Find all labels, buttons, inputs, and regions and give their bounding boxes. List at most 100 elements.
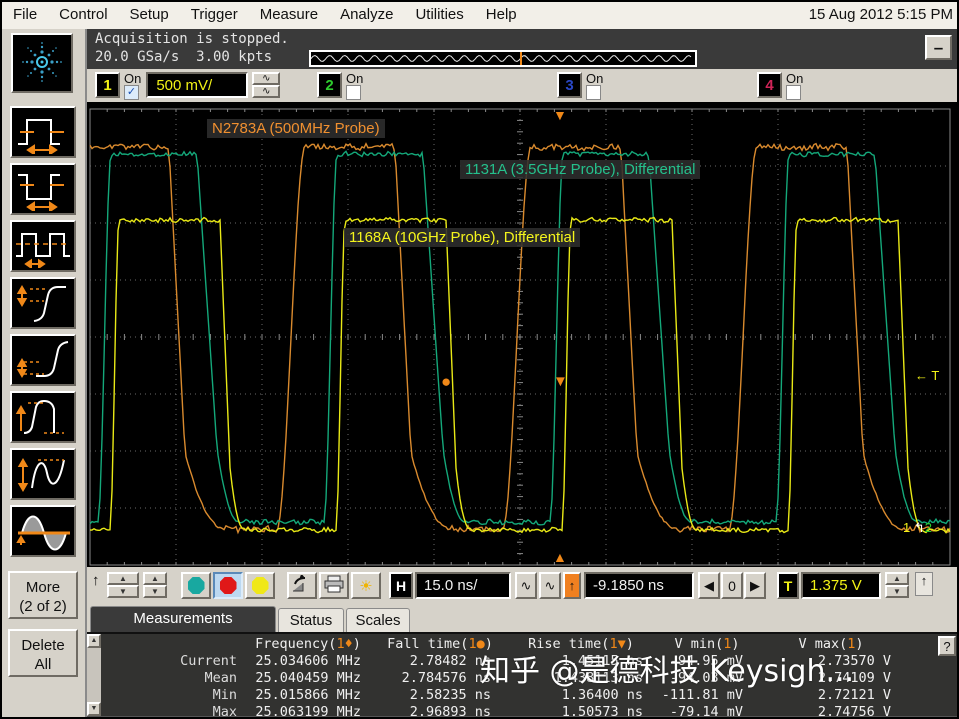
position-left-button[interactable]: ◀ — [698, 572, 720, 599]
spin2-down-button[interactable]: ▼ — [143, 585, 167, 598]
measure-amplitude-button[interactable] — [10, 448, 76, 500]
rise-time-marker[interactable]: ▼ — [553, 375, 568, 389]
minimize-button[interactable]: – — [925, 35, 952, 60]
trigger-level-spinner: ▲ ▼ — [885, 572, 909, 599]
column-header-frequency: Frequency(1♦) — [241, 636, 375, 652]
main-area: Acquisition is stopped. 20.0 GSa/s 3.00 … — [87, 29, 959, 719]
brightness-button[interactable]: ☀ — [351, 572, 381, 599]
delete-all-label: Delete — [16, 636, 70, 655]
status-band: Acquisition is stopped. 20.0 GSa/s 3.00 … — [87, 29, 959, 69]
channel-2-on-checkbox[interactable] — [346, 85, 361, 100]
zoom-in-time-button[interactable]: ∿ — [539, 572, 561, 599]
trigger-time-top[interactable]: ▼ — [553, 108, 567, 122]
trigger-level-marker[interactable]: ← T — [915, 368, 939, 383]
channel-4-on-checkbox[interactable] — [786, 85, 801, 100]
channel-1-on-checkbox[interactable]: ✓ — [124, 85, 139, 100]
trace-label: 1131A (3.5GHz Probe), Differential — [460, 160, 700, 179]
timebase-display: 15.0 ns/ — [415, 572, 511, 599]
channel-ground-markers: 1 ↰2 — [903, 520, 932, 536]
horizontal-toolbar: ↑ ▲ ▼ ▲ ▼ — [87, 567, 959, 605]
brand-logo-icon[interactable] — [11, 33, 73, 93]
tab-scales[interactable]: Scales — [346, 608, 410, 632]
menu-control[interactable]: Control — [48, 2, 118, 23]
spark-logo-icon — [14, 35, 70, 89]
channel-1-button[interactable]: 1 — [95, 72, 120, 98]
delete-all-button[interactable]: Delete All — [8, 629, 78, 677]
position-right-button[interactable]: ▶ — [744, 572, 766, 599]
channel-coupling-dc-button[interactable]: ∿ — [252, 85, 280, 98]
channel-row: 1On✓500 mV/∿∿2On3On4On — [87, 69, 959, 102]
trigger-up-button[interactable]: ▲ — [885, 572, 909, 585]
row-label: Current — [105, 653, 237, 669]
channel-2-group: 2 On — [317, 72, 363, 100]
table-scrollbar[interactable]: ▲ ▼ — [87, 634, 101, 716]
cell-value: 2.58235 ns — [375, 687, 491, 703]
trigger-down-button[interactable]: ▼ — [885, 585, 909, 598]
measure-area-button[interactable] — [10, 505, 76, 557]
scroll-up-button[interactable]: ▲ — [87, 634, 101, 648]
marker-color-yellow-button[interactable] — [245, 572, 275, 599]
channel-4-group: 4On — [757, 72, 803, 100]
cell-value: 1.50573 ns — [505, 704, 643, 716]
menu-file[interactable]: File — [2, 2, 48, 23]
cell-value: 2.74756 V — [757, 704, 891, 716]
scroll-down-button[interactable]: ▼ — [87, 702, 101, 716]
trigger-position-button[interactable]: ↑ — [563, 572, 581, 599]
channel-2-ground-marker: 2 — [925, 520, 932, 535]
clock: 15 Aug 2012 5:15 PM — [809, 6, 953, 23]
menu-utilities[interactable]: Utilities — [404, 2, 474, 23]
trigger-time-bottom[interactable]: ▲ — [553, 550, 567, 564]
acquisition-status: Acquisition is stopped. — [95, 31, 289, 47]
channel-4-button[interactable]: 4 — [757, 72, 782, 98]
menu-analyze[interactable]: Analyze — [329, 2, 404, 23]
measure-rise-time-button[interactable] — [10, 277, 76, 329]
trigger-level-display: 1.375 V — [801, 572, 881, 599]
spin2-up-button[interactable]: ▲ — [143, 572, 167, 585]
channel-3-button[interactable]: 3 — [557, 72, 582, 98]
export-icon — [291, 575, 313, 593]
print-button[interactable] — [319, 572, 349, 599]
scope-display[interactable]: N2783A (500MHz Probe) 1131A (3.5GHz Probe… — [87, 102, 959, 567]
channel-3-on-checkbox[interactable] — [586, 85, 601, 100]
vertical-spinner-2: ▲ ▼ — [143, 572, 167, 599]
more-button[interactable]: More (2 of 2) — [8, 571, 78, 619]
tab-bar: MeasurementsStatusScales — [87, 605, 959, 632]
help-button[interactable]: ? — [938, 636, 956, 656]
spin1-down-button[interactable]: ▼ — [107, 585, 139, 598]
position-zero-button[interactable]: 0 — [721, 572, 743, 599]
horizontal-menu-button[interactable]: H — [389, 572, 413, 599]
menu-bar: FileControlSetupTriggerMeasureAnalyzeUti… — [2, 2, 959, 30]
measure-fall-time-button[interactable] — [10, 334, 76, 386]
measure-pulse-width-positive-button[interactable] — [10, 106, 76, 158]
more-button-sublabel: (2 of 2) — [16, 597, 70, 616]
fall-time-marker[interactable]: ● — [441, 375, 451, 389]
measure-overshoot-button[interactable] — [10, 391, 76, 443]
marker-color-red-button[interactable] — [213, 572, 243, 599]
channel-coupling-ac-button[interactable]: ∿ — [252, 72, 280, 85]
menu-measure[interactable]: Measure — [249, 2, 329, 23]
menu-help[interactable]: Help — [475, 2, 528, 23]
channel-2-button[interactable]: 2 — [317, 72, 342, 98]
delete-all-sublabel: All — [16, 655, 70, 674]
printer-icon — [323, 575, 345, 593]
cell-value: 25.034606 MHz — [241, 653, 361, 669]
spin1-up-button[interactable]: ▲ — [107, 572, 139, 585]
tab-measurements[interactable]: Measurements — [90, 606, 276, 632]
left-toolbar: More (2 of 2) Delete All — [2, 29, 87, 719]
measure-period-button[interactable] — [10, 220, 76, 272]
waveform-overview-strip[interactable] — [309, 50, 697, 67]
marker-color-teal-button[interactable] — [181, 572, 211, 599]
zoom-out-time-button[interactable]: ∿ — [515, 572, 537, 599]
trigger-slope-indicator: ↑ — [915, 572, 933, 596]
oscilloscope-app: FileControlSetupTriggerMeasureAnalyzeUti… — [0, 0, 959, 719]
channel-2-on-label: On — [346, 72, 363, 85]
trigger-menu-button[interactable]: T — [777, 572, 799, 599]
tab-status[interactable]: Status — [278, 608, 344, 632]
measure-pulse-width-negative-button[interactable] — [10, 163, 76, 215]
trace-label: N2783A (500MHz Probe) — [207, 119, 385, 138]
export-button[interactable] — [287, 572, 317, 599]
menu-trigger[interactable]: Trigger — [180, 2, 249, 23]
cell-value: 2.78482 ns — [375, 653, 491, 669]
menu-setup[interactable]: Setup — [119, 2, 180, 23]
cell-value: 2.96893 ns — [375, 704, 491, 716]
